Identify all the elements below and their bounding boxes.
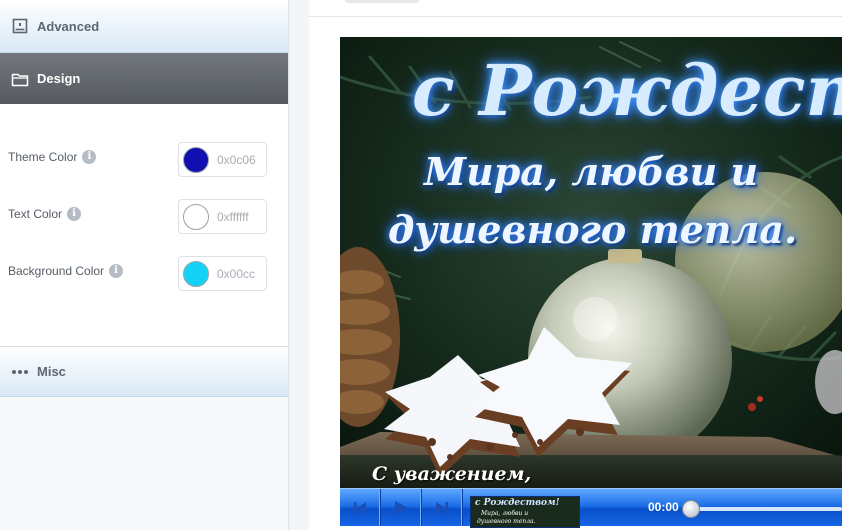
section-design-label: Design (37, 71, 81, 86)
info-icon[interactable]: i (67, 207, 82, 221)
next-button[interactable] (422, 489, 463, 526)
greeting-line-1: Мира, любви и (424, 149, 759, 194)
video-stage[interactable]: с Рождеством! Мира, любви и душевного те… (340, 37, 842, 488)
toolbar-tab[interactable] (345, 0, 419, 3)
info-icon[interactable]: i (82, 150, 97, 164)
design-settings: Theme Color i 0x0c06 Text Color i 0xffff… (0, 104, 288, 346)
text-color-swatch[interactable] (183, 203, 209, 230)
text-color-label: Text Color (8, 207, 63, 221)
play-button[interactable] (381, 489, 422, 526)
section-design[interactable]: Design (0, 53, 288, 104)
theme-color-value[interactable]: 0x0c06 (217, 153, 256, 167)
info-icon[interactable]: i (109, 264, 124, 278)
play-icon (395, 500, 408, 515)
greeting-title: с Рождеством! (412, 49, 842, 132)
thumbnail-line-1: Мира, любви и (481, 510, 529, 517)
more-horizontal-icon (11, 363, 29, 381)
section-misc[interactable]: Misc (0, 346, 288, 397)
background-color-picker[interactable]: 0x00cc (178, 256, 267, 291)
thumbnail-line-2: душевного тепла. (477, 518, 536, 525)
seek-handle[interactable] (682, 500, 700, 518)
background-color-value[interactable]: 0x00cc (217, 267, 255, 281)
background-color-swatch[interactable] (183, 260, 209, 287)
section-advanced[interactable]: Advanced (0, 0, 288, 53)
background-color-row: Background Color i 0x00cc (0, 256, 288, 294)
video-thumbnail[interactable]: с Рождеством! Мира, любви и душевного те… (470, 496, 580, 528)
video-player-controls: с Рождеством! Мира, любви и душевного те… (340, 488, 842, 528)
text-color-row: Text Color i 0xffffff (0, 199, 288, 237)
text-color-picker[interactable]: 0xffffff (178, 199, 267, 234)
preview-toolbar (309, 0, 842, 17)
seek-track[interactable] (690, 507, 842, 511)
settings-panel: Advanced Design Theme Color i 0x0c06 Tex… (0, 0, 289, 530)
text-color-value[interactable]: 0xffffff (217, 210, 249, 224)
section-misc-label: Misc (37, 364, 66, 379)
greeting-signature: С уважением, (372, 463, 532, 485)
skip-forward-icon (436, 501, 448, 514)
time-display: 00:00 (648, 500, 679, 514)
theme-color-row: Theme Color i 0x0c06 (0, 142, 288, 180)
greeting-line-2: душевного тепла. (388, 207, 798, 252)
skip-back-icon (354, 501, 366, 514)
background-color-label: Background Color (8, 264, 105, 278)
video-frame-icon (11, 17, 29, 35)
previous-button[interactable] (340, 489, 381, 526)
theme-color-picker[interactable]: 0x0c06 (178, 142, 267, 177)
section-advanced-label: Advanced (37, 18, 100, 34)
theme-color-swatch[interactable] (183, 146, 209, 173)
folder-icon (11, 70, 29, 88)
theme-color-label: Theme Color (8, 150, 78, 164)
thumbnail-title: с Рождеством! (475, 498, 560, 508)
